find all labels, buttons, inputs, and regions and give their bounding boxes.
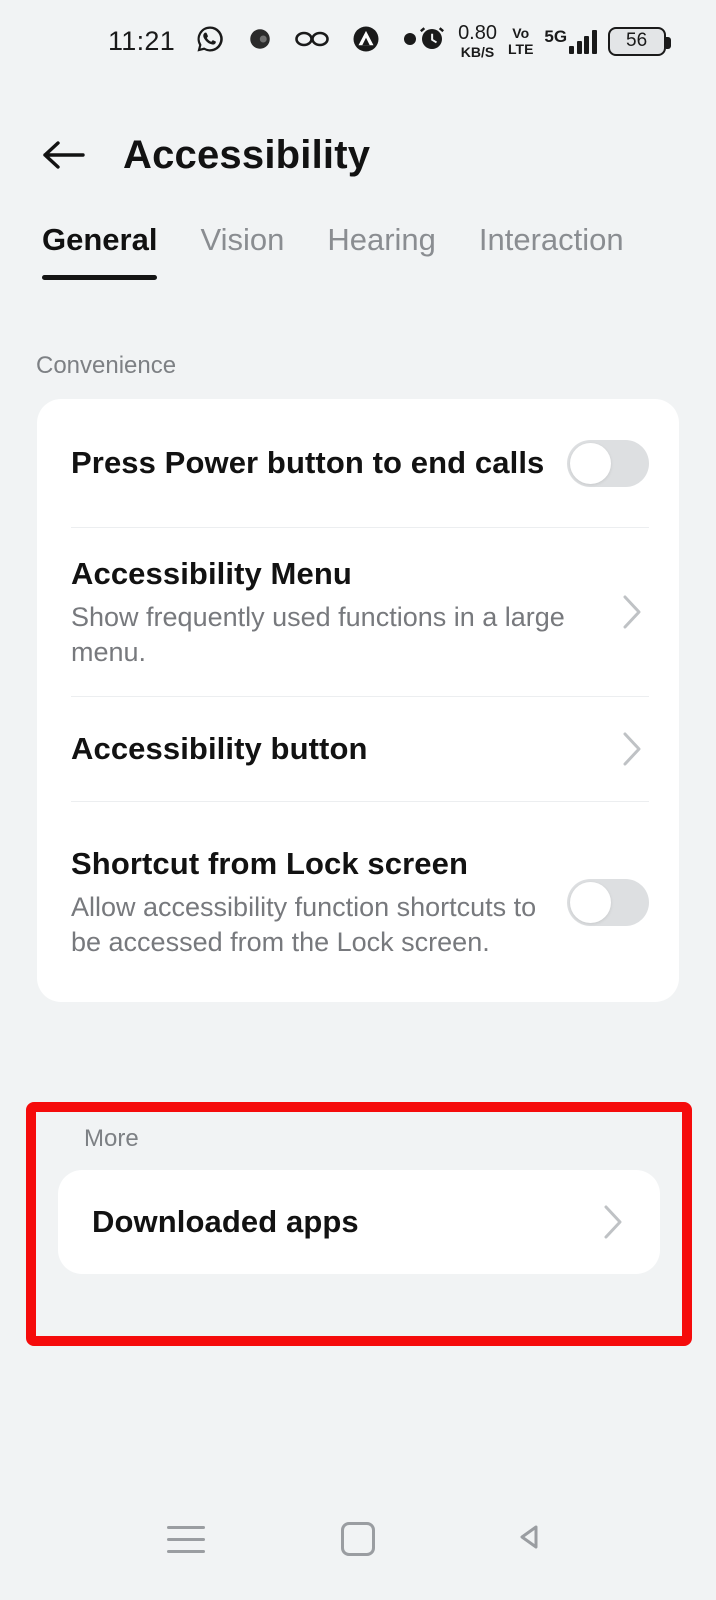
row-text: Accessibility button (71, 729, 615, 768)
row-title: Shortcut from Lock screen (71, 846, 468, 882)
convenience-section: Convenience Press Power button to end ca… (0, 352, 716, 1002)
recents-button[interactable] (151, 1504, 221, 1574)
tab-general-label: General (42, 222, 158, 257)
tab-interaction[interactable]: Interaction (479, 218, 624, 258)
row-accessibility-menu[interactable]: Accessibility Menu Show frequently used … (37, 528, 679, 696)
status-bar-clock: 11:21 (108, 25, 176, 56)
battery-level-label: 56 (626, 30, 648, 51)
row-text: Downloaded apps (92, 1202, 596, 1241)
signal-indicator: 5G (544, 27, 597, 54)
whatsapp-icon (195, 24, 225, 59)
triangle-circle-icon (351, 24, 381, 59)
toggle-knob (570, 442, 611, 484)
back-button[interactable] (495, 1504, 565, 1574)
status-bar-left: 11:21 (0, 24, 417, 59)
back-arrow-icon[interactable] (40, 131, 88, 179)
back-triangle-icon (512, 1519, 548, 1560)
tab-hearing[interactable]: Hearing (327, 218, 436, 258)
tab-hearing-label: Hearing (327, 222, 436, 257)
row-title: Accessibility button (71, 731, 368, 767)
volte-indicator: Vo LTE (508, 26, 533, 56)
volte-line-2: LTE (508, 41, 534, 57)
dot-icon (403, 32, 417, 51)
toggle-knob (570, 881, 611, 923)
section-header-more: More (84, 1125, 139, 1152)
row-subtitle: Allow accessibility function shortcuts t… (71, 891, 537, 957)
glasses-icon (295, 29, 329, 54)
tab-general[interactable]: General (42, 218, 158, 280)
status-bar: 11:21 0.80 KB/S Vo LTE 5G 56 (0, 0, 716, 82)
signal-bars-icon (569, 30, 597, 54)
home-square-icon (341, 1522, 375, 1556)
home-button[interactable] (323, 1504, 393, 1574)
more-card: Downloaded apps (58, 1170, 660, 1274)
network-type-label: 5G (544, 27, 568, 46)
section-header-convenience: Convenience (36, 352, 177, 379)
tab-vision[interactable]: Vision (200, 218, 284, 258)
row-press-power-to-end-calls[interactable]: Press Power button to end calls (37, 399, 679, 527)
row-title: Press Power button to end calls (71, 445, 545, 481)
more-section: More Downloaded apps (36, 1112, 682, 1274)
tab-bar: General Vision Hearing Interaction (0, 218, 716, 308)
page-title: Accessibility (123, 132, 371, 177)
recents-icon (167, 1525, 205, 1553)
highlight-box-more-section: More Downloaded apps (26, 1102, 692, 1346)
row-text: Shortcut from Lock screen Allow accessib… (71, 844, 567, 960)
toggle-shortcut-from-lock-screen[interactable] (567, 878, 649, 926)
tab-interaction-label: Interaction (478, 222, 624, 257)
chevron-right-icon (615, 595, 649, 629)
row-subtitle: Show frequently used functions in a larg… (71, 601, 565, 667)
row-shortcut-from-lock-screen[interactable]: Shortcut from Lock screen Allow accessib… (37, 802, 679, 1002)
status-bar-notification-icons (195, 24, 417, 59)
alarm-icon (417, 24, 447, 59)
tab-vision-label: Vision (200, 222, 285, 257)
row-title: Accessibility Menu (71, 556, 352, 592)
row-text: Accessibility Menu Show frequently used … (71, 554, 615, 670)
toggle-press-power-to-end-calls[interactable] (567, 439, 649, 487)
network-speed-value: 0.80 (458, 22, 497, 44)
chevron-right-icon (615, 732, 649, 766)
row-title: Downloaded apps (92, 1204, 359, 1240)
row-accessibility-button[interactable]: Accessibility button (37, 697, 679, 801)
tab-bar-fade (670, 218, 716, 308)
network-speed: 0.80 KB/S (458, 23, 497, 59)
system-navigation-bar (0, 1478, 716, 1600)
network-speed-unit: KB/S (460, 44, 495, 60)
chevron-right-icon (596, 1205, 630, 1239)
circle-app-icon (247, 26, 273, 57)
row-downloaded-apps[interactable]: Downloaded apps (58, 1170, 660, 1274)
row-text: Press Power button to end calls (71, 443, 567, 482)
battery-icon: 56 (607, 26, 671, 56)
app-header: Accessibility (0, 112, 716, 198)
phone-screen: 11:21 0.80 KB/S Vo LTE 5G 56 Accessibili… (0, 0, 716, 1600)
volte-line-1: Vo (512, 25, 530, 41)
convenience-card: Press Power button to end calls Accessib… (37, 399, 679, 1002)
status-bar-right: 0.80 KB/S Vo LTE 5G 56 (417, 23, 716, 59)
